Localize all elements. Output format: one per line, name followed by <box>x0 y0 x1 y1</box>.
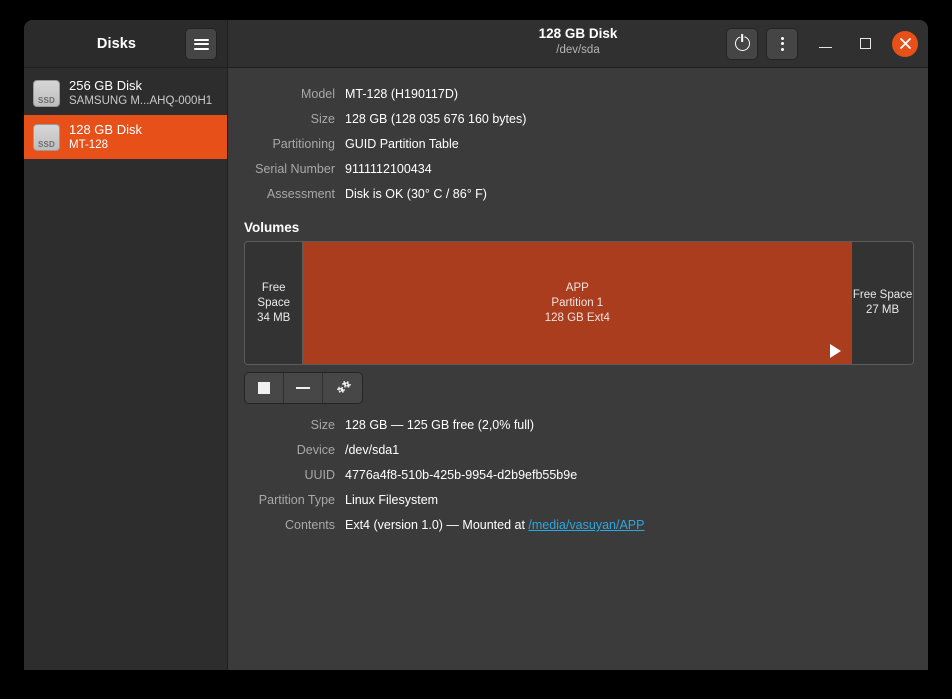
partition-segment-free-space-left[interactable]: Free Space 34 MB <box>245 242 303 364</box>
hamburger-menu-button[interactable] <box>185 28 217 60</box>
drive-info-label: Partitioning <box>272 137 335 151</box>
segment-labels: Free Space 34 MB <box>245 281 302 326</box>
partition-options-button[interactable] <box>323 373 362 403</box>
segment-line-1: APP <box>565 281 589 294</box>
drive-info-value: Disk is OK (30° C / 86° F) <box>345 187 487 201</box>
volume-info-label: Device <box>296 443 335 457</box>
contents-text: Ext4 (version 1.0) — Mounted at <box>345 518 529 532</box>
volume-info-value: Ext4 (version 1.0) — Mounted at /media/v… <box>345 513 644 538</box>
drive-info-value: 9111112100434 <box>345 162 432 176</box>
main-content: Model MT-128 (H190117D) Size 128 GB (128… <box>228 68 928 670</box>
more-options-button[interactable] <box>766 27 798 60</box>
volume-info-table: Size 128 GB — 125 GB free (2,0% full) De… <box>242 413 914 538</box>
disks-sidebar: SSD 256 GB Disk SAMSUNG M...AHQ-000H1 SS… <box>24 68 228 670</box>
power-icon <box>734 36 750 51</box>
sidebar-item-disk-0[interactable]: SSD 256 GB Disk SAMSUNG M...AHQ-000H1 <box>24 71 227 115</box>
volume-info-value: 128 GB — 125 GB free (2,0% full) <box>345 418 534 432</box>
volume-info-label: UUID <box>304 468 335 482</box>
hamburger-icon <box>193 36 209 52</box>
segment-line-2: 34 MB <box>257 311 291 324</box>
drive-info-row-assessment: Assessment Disk is OK (30° C / 86° F) <box>242 182 914 207</box>
drive-info-row-size: Size 128 GB (128 035 676 160 bytes) <box>242 107 914 132</box>
disk-subtitle: SAMSUNG M...AHQ-000H1 <box>69 95 213 107</box>
ssd-icon-label: SSD <box>37 139 56 149</box>
minimize-icon <box>818 46 832 49</box>
volume-info-value: Linux Filesystem <box>345 493 439 507</box>
drive-info-label: Size <box>310 112 335 126</box>
segment-line-2: 27 MB <box>865 304 900 316</box>
header-bar: Disks 128 GB Disk /dev/sda <box>24 20 928 68</box>
gears-icon <box>336 380 351 393</box>
minus-icon <box>296 387 310 389</box>
volume-toolbar <box>244 372 363 404</box>
main-header: 128 GB Disk /dev/sda <box>228 20 928 67</box>
segment-line-3: 128 GB Ext4 <box>544 311 610 324</box>
vertical-dots-icon <box>780 36 784 51</box>
volume-info-row-device: Device /dev/sda1 <box>242 438 914 463</box>
volume-info-label: Size <box>310 418 335 432</box>
segment-line-1: Free Space <box>257 281 291 309</box>
drive-info-label: Serial Number <box>255 162 335 176</box>
close-icon <box>899 38 911 49</box>
unmount-button[interactable] <box>245 373 284 403</box>
ssd-icon-label: SSD <box>37 95 56 105</box>
power-button[interactable] <box>726 27 758 60</box>
segment-line-1: Free Space <box>852 289 913 301</box>
play-triangle-icon <box>830 344 842 358</box>
drive-info-value: MT-128 (H190117D) <box>345 87 459 101</box>
disks-window: Disks 128 GB Disk /dev/sda SSD 256 GB Di… <box>24 20 928 670</box>
stop-icon <box>258 382 270 394</box>
sidebar-item-disk-1[interactable]: SSD 128 GB Disk MT-128 <box>24 115 227 159</box>
volume-info-row-uuid: UUID 4776a4f8-510b-425b-9954-d2b9efb55b9… <box>242 463 914 488</box>
ssd-icon: SSD <box>33 123 60 151</box>
partition-segment-free-space-right[interactable]: Free Space 27 MB <box>852 242 913 364</box>
sidebar-header: Disks <box>24 20 228 67</box>
drive-info-label: Assessment <box>266 187 335 201</box>
volume-info-row-contents: Contents Ext4 (version 1.0) — Mounted at… <box>242 513 914 538</box>
volume-info-value: 4776a4f8-510b-425b-9954-d2b9efb55b9e <box>345 468 578 482</box>
drive-info-label: Model <box>300 87 335 101</box>
close-button[interactable] <box>892 30 918 57</box>
drive-info-value: 128 GB (128 035 676 160 bytes) <box>345 112 527 126</box>
volume-info-row-size: Size 128 GB — 125 GB free (2,0% full) <box>242 413 914 438</box>
segment-labels: Free Space 27 MB <box>853 288 912 318</box>
volume-info-value: /dev/sda1 <box>345 443 400 457</box>
segment-line-2: Partition 1 <box>551 296 604 309</box>
volume-info-row-partition-type: Partition Type Linux Filesystem <box>242 488 914 513</box>
volume-info-label: Partition Type <box>258 493 335 507</box>
disk-title: 256 GB Disk <box>69 78 142 93</box>
drive-info-table: Model MT-128 (H190117D) Size 128 GB (128… <box>242 82 914 207</box>
partition-bar: Free Space 34 MB APP Partition 1 128 GB … <box>244 241 914 365</box>
window-body: SSD 256 GB Disk SAMSUNG M...AHQ-000H1 SS… <box>24 68 928 670</box>
mount-point-link[interactable]: /media/vasuyan/APP <box>528 518 644 532</box>
volumes-heading: Volumes <box>244 220 300 235</box>
volume-info-label: Contents <box>284 518 335 532</box>
ssd-icon: SSD <box>33 79 60 107</box>
header-actions <box>726 27 918 60</box>
disk-title: 128 GB Disk <box>69 122 142 137</box>
minimize-button[interactable] <box>812 31 838 57</box>
sidebar-title: Disks <box>96 35 137 52</box>
disk-subtitle: MT-128 <box>69 139 108 151</box>
drive-info-row-partitioning: Partitioning GUID Partition Table <box>242 132 914 157</box>
maximize-icon <box>859 38 871 49</box>
partition-segment-app[interactable]: APP Partition 1 128 GB Ext4 <box>302 242 853 364</box>
drive-info-row-serial-number: Serial Number 9111112100434 <box>242 157 914 182</box>
maximize-button[interactable] <box>852 31 878 57</box>
disk-text: 128 GB Disk MT-128 <box>69 121 142 153</box>
segment-labels: APP Partition 1 128 GB Ext4 <box>545 281 610 326</box>
drive-info-value: GUID Partition Table <box>345 137 459 151</box>
disk-text: 256 GB Disk SAMSUNG M...AHQ-000H1 <box>69 77 212 109</box>
drive-info-row-model: Model MT-128 (H190117D) <box>242 82 914 107</box>
delete-partition-button[interactable] <box>284 373 323 403</box>
